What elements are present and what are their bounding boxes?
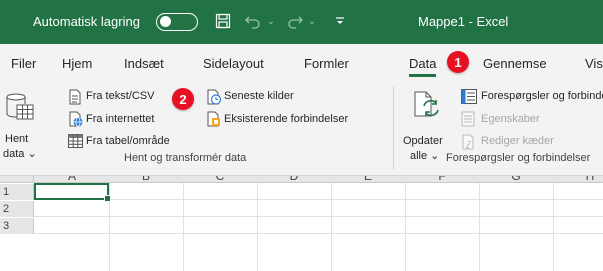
tab-gennemse[interactable]: Gennemse bbox=[483, 56, 547, 71]
tab-formler[interactable]: Formler bbox=[304, 56, 349, 71]
tab-indsaet[interactable]: Indsæt bbox=[124, 56, 164, 71]
refresh-all-label-2: alle ⌄ bbox=[410, 150, 440, 162]
save-icon[interactable] bbox=[212, 10, 234, 32]
column-header-h[interactable]: H bbox=[553, 176, 603, 182]
recent-sources-icon bbox=[207, 89, 222, 105]
connections-icon bbox=[207, 111, 220, 127]
tab-sidelayout[interactable]: Sidelayout bbox=[203, 56, 264, 71]
autosave-label: Automatisk lagring bbox=[33, 14, 140, 29]
from-table-label: Fra tabel/område bbox=[86, 135, 170, 147]
properties-icon bbox=[461, 111, 475, 127]
get-data-label-1: Hent bbox=[5, 133, 29, 145]
web-icon bbox=[69, 111, 83, 127]
queries-icon bbox=[461, 89, 477, 104]
from-web-label: Fra internettet bbox=[86, 113, 155, 125]
tab-hjem[interactable]: Hjem bbox=[62, 56, 92, 71]
column-header-g[interactable]: G bbox=[479, 176, 553, 182]
worksheet-grid[interactable]: A B C D E F G H 1 2 3 bbox=[0, 176, 603, 271]
row-header-3[interactable]: 3 bbox=[0, 218, 34, 234]
edit-links-icon bbox=[462, 134, 474, 150]
redo-icon[interactable] bbox=[284, 10, 306, 32]
column-header-a[interactable]: A bbox=[35, 176, 109, 182]
undo-icon[interactable] bbox=[242, 10, 264, 32]
column-header-c[interactable]: C bbox=[183, 176, 257, 182]
select-all-corner[interactable] bbox=[0, 176, 34, 182]
title-bar: Automatisk lagring ⌄ ⌄ Mappe1 - Excel bbox=[0, 0, 603, 44]
step-badge-1: 1 bbox=[447, 51, 469, 73]
from-text-csv-label: Fra tekst/CSV bbox=[86, 90, 155, 102]
refresh-icon bbox=[414, 91, 439, 117]
tab-filer[interactable]: Filer bbox=[11, 56, 36, 71]
tab-data[interactable]: Data bbox=[409, 56, 437, 77]
refresh-all-label-1: Opdater bbox=[403, 135, 443, 147]
edit-links-label: Rediger kæder bbox=[481, 135, 554, 147]
existing-connections-label: Eksisterende forbindelser bbox=[224, 113, 349, 125]
row-header-2[interactable]: 2 bbox=[0, 201, 34, 217]
table-icon bbox=[68, 134, 83, 148]
group-label-get-transform: Hent og transformér data bbox=[124, 152, 247, 164]
table-row: 2 bbox=[0, 201, 603, 217]
customize-quick-access-icon[interactable] bbox=[333, 10, 347, 32]
column-header-f[interactable]: F bbox=[405, 176, 479, 182]
ribbon-data: Hent data ⌄ Fra tekst/CSV 2 Fra internet… bbox=[0, 80, 603, 176]
table-row: 3 bbox=[0, 218, 603, 234]
get-data-label-2: data ⌄ bbox=[3, 148, 37, 160]
column-headers: A B C D E F G H bbox=[0, 176, 603, 183]
ribbon-tabs: Filer Hjem Indsæt Sidelayout Formler Dat… bbox=[0, 44, 603, 80]
redo-dropdown-icon[interactable]: ⌄ bbox=[307, 10, 317, 32]
autosave-toggle[interactable] bbox=[156, 13, 198, 31]
undo-dropdown-icon[interactable]: ⌄ bbox=[266, 10, 276, 32]
database-table-icon bbox=[6, 93, 34, 120]
recent-sources-label: Seneste kilder bbox=[224, 90, 294, 102]
group-label-queries: Forespørgsler og forbindelser bbox=[446, 152, 591, 164]
group-separator bbox=[393, 86, 394, 170]
row-header-1[interactable]: 1 bbox=[0, 184, 34, 200]
properties-label: Egenskaber bbox=[481, 113, 540, 125]
toggle-knob bbox=[160, 16, 171, 27]
tab-vis[interactable]: Vis bbox=[585, 56, 603, 71]
column-header-b[interactable]: B bbox=[109, 176, 183, 182]
active-cell-a1[interactable] bbox=[34, 183, 111, 202]
step-badge-2: 2 bbox=[172, 88, 194, 110]
column-header-d[interactable]: D bbox=[257, 176, 331, 182]
window-title: Mappe1 - Excel bbox=[418, 14, 509, 29]
queries-connections-label: Forespørgsler og forbindelser bbox=[481, 90, 603, 102]
text-file-icon bbox=[69, 89, 81, 105]
column-header-e[interactable]: E bbox=[331, 176, 405, 182]
